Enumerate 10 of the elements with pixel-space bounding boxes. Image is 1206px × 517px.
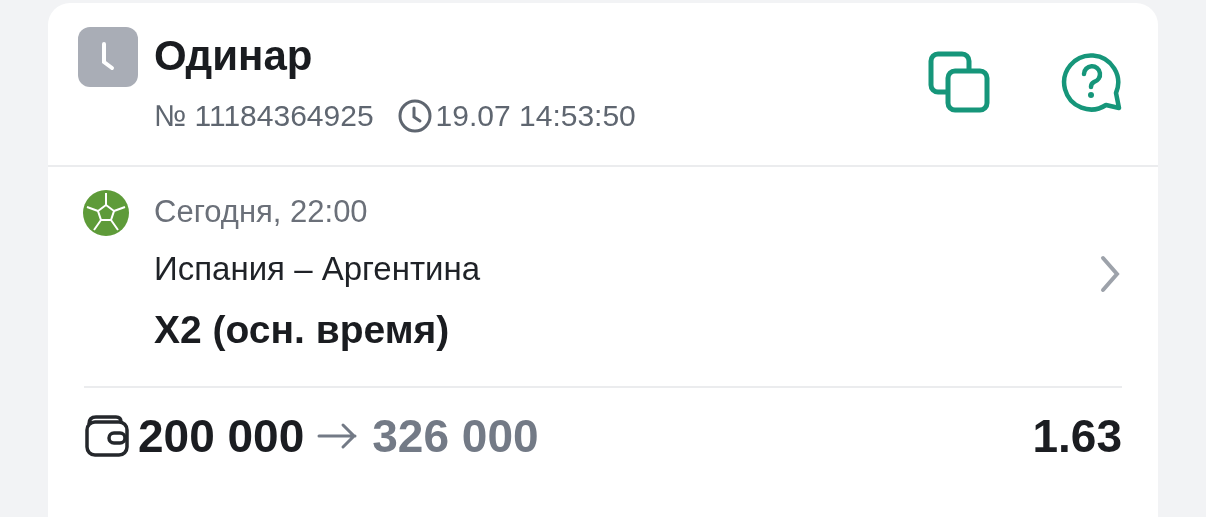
event-start: Сегодня, 22:00 <box>154 193 369 231</box>
bet-type-title: Одинар <box>154 35 314 77</box>
event-row[interactable]: Сегодня, 22:00 Испания – Аргентина Х2 (осн. время) <box>48 167 1158 360</box>
bet-selection: Х2 (осн. время) <box>154 307 451 353</box>
stake-amount: 200 000 <box>138 408 305 464</box>
bet-number: № 11184364925 <box>154 98 374 134</box>
bet-datetime: 19.07 14:53:50 <box>435 98 636 134</box>
match-teams: Испания – Аргентина <box>154 248 481 289</box>
payout-amount: 326 000 <box>372 408 539 464</box>
odds-value: 1.63 <box>1032 408 1122 464</box>
